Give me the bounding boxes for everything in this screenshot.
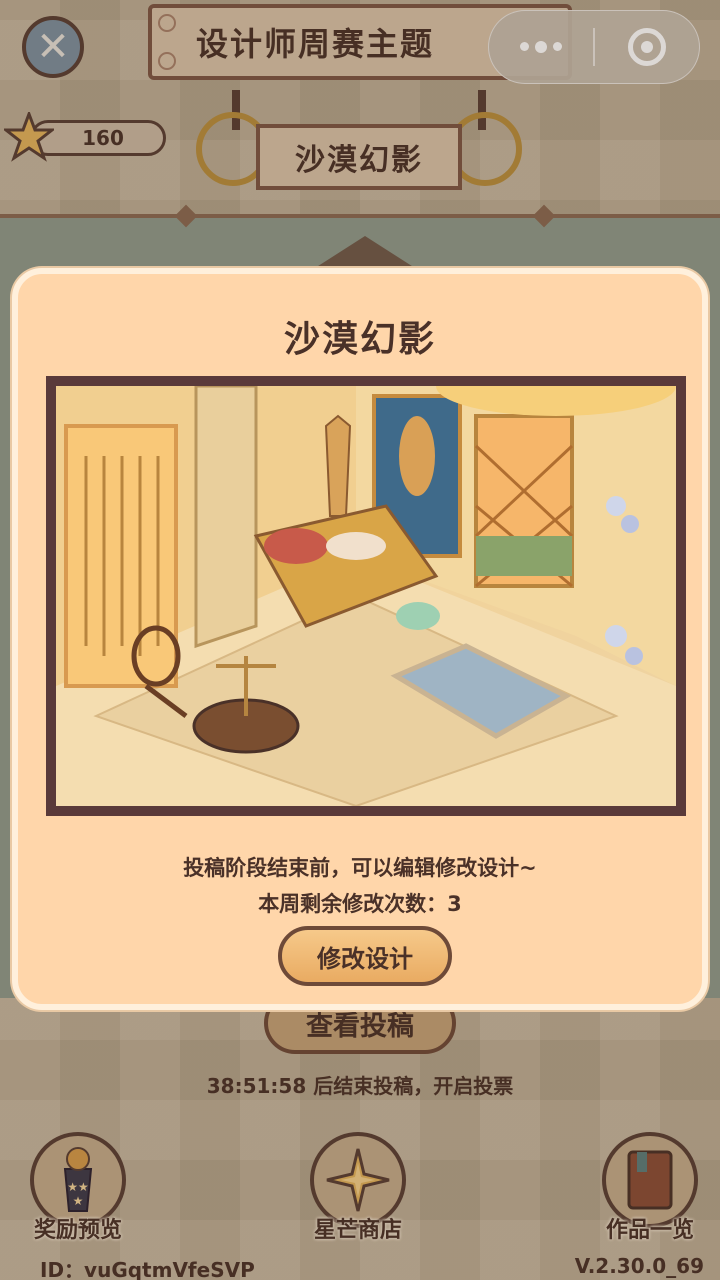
design-preview-image [56,386,676,806]
room-illustration [56,386,676,806]
design-preview-frame [46,376,686,816]
modal-title: 沙漠幻影 [283,319,436,360]
design-modal: 沙漠幻影 投稿阶段结束前，可以编辑修改设计~ 本周剩余修改次数：3 修改设计 [12,268,708,1010]
modal-description: 投稿阶段结束前，可以编辑修改设计~ [183,856,537,880]
edit-design-button[interactable]: 修改设计 [278,926,452,986]
remaining-edits: 本周剩余修改次数：3 [258,892,462,916]
edit-design-label: 修改设计 [317,944,413,973]
